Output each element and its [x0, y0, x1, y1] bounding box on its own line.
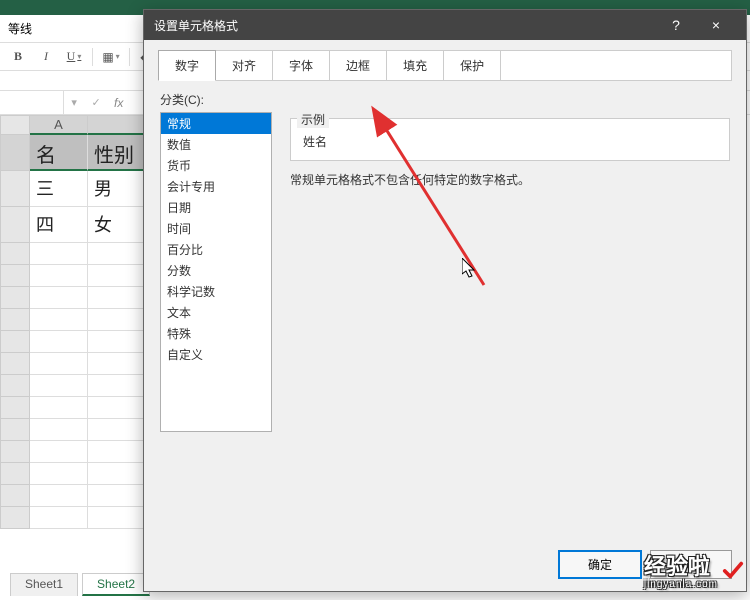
- tab-font[interactable]: 字体: [273, 51, 330, 80]
- row-header[interactable]: [0, 441, 30, 463]
- sheet-tab-1[interactable]: Sheet1: [10, 573, 78, 596]
- cell[interactable]: [30, 419, 88, 441]
- row-header[interactable]: [0, 485, 30, 507]
- cell[interactable]: [30, 287, 88, 309]
- cell-A1[interactable]: 名: [30, 135, 88, 171]
- example-label: 示例: [297, 111, 329, 128]
- cell[interactable]: [30, 309, 88, 331]
- example-group: 示例 姓名: [290, 118, 730, 161]
- format-description: 常规单元格格式不包含任何特定的数字格式。: [290, 171, 730, 188]
- col-header-A[interactable]: A: [30, 115, 88, 135]
- tab-protect[interactable]: 保护: [444, 51, 501, 80]
- format-detail-pane: 示例 姓名 常规单元格格式不包含任何特定的数字格式。: [290, 112, 730, 432]
- category-scientific[interactable]: 科学记数: [161, 281, 271, 302]
- chevron-down-icon: ▾: [116, 52, 120, 61]
- format-cells-dialog: 设置单元格格式 ? × 数字 对齐 字体 边框 填充 保护 分类(C): 常规 …: [143, 9, 747, 592]
- formula-bar-icons: ▾ ✓: [64, 96, 108, 109]
- fx-label[interactable]: fx: [114, 96, 123, 110]
- ok-button[interactable]: 确定: [558, 550, 642, 579]
- font-name-label: 等线: [8, 20, 32, 37]
- category-percentage[interactable]: 百分比: [161, 239, 271, 260]
- category-fraction[interactable]: 分数: [161, 260, 271, 281]
- italic-button[interactable]: I: [36, 47, 56, 67]
- category-special[interactable]: 特殊: [161, 323, 271, 344]
- cell-A2[interactable]: 三: [30, 171, 88, 207]
- category-general[interactable]: 常规: [161, 113, 271, 134]
- category-date[interactable]: 日期: [161, 197, 271, 218]
- check-icon[interactable]: ✓: [91, 96, 100, 109]
- row-header[interactable]: [0, 507, 30, 529]
- row-header[interactable]: [0, 265, 30, 287]
- watermark-text: 经验啦: [644, 554, 710, 579]
- bold-button[interactable]: B: [8, 47, 28, 67]
- example-value: 姓名: [301, 127, 719, 152]
- separator: [92, 48, 93, 66]
- row-header[interactable]: [0, 375, 30, 397]
- cell[interactable]: [30, 441, 88, 463]
- category-time[interactable]: 时间: [161, 218, 271, 239]
- tab-border[interactable]: 边框: [330, 51, 387, 80]
- watermark: 经验啦 jingyanla.com: [644, 549, 744, 590]
- separator: [129, 48, 130, 66]
- cell[interactable]: [30, 243, 88, 265]
- category-custom[interactable]: 自定义: [161, 344, 271, 365]
- row-header[interactable]: [0, 309, 30, 331]
- cell[interactable]: [30, 375, 88, 397]
- row-header[interactable]: [0, 243, 30, 265]
- watermark-subtext: jingyanla.com: [644, 579, 718, 590]
- row-header-2[interactable]: [0, 171, 30, 207]
- cell[interactable]: [30, 397, 88, 419]
- tab-align[interactable]: 对齐: [216, 51, 273, 80]
- sheet-tab-2[interactable]: Sheet2: [82, 573, 150, 596]
- cell[interactable]: [30, 463, 88, 485]
- category-accounting[interactable]: 会计专用: [161, 176, 271, 197]
- row-header[interactable]: [0, 463, 30, 485]
- dialog-body: 数字 对齐 字体 边框 填充 保护 分类(C): 常规 数值 货币 会计专用 日…: [144, 40, 746, 591]
- dialog-content: 分类(C): 常规 数值 货币 会计专用 日期 时间 百分比 分数 科学记数 文…: [158, 81, 732, 432]
- select-all-corner[interactable]: [0, 115, 30, 135]
- category-number[interactable]: 数值: [161, 134, 271, 155]
- close-button[interactable]: ×: [696, 17, 736, 33]
- dialog-tabs: 数字 对齐 字体 边框 填充 保护: [158, 50, 732, 81]
- category-text[interactable]: 文本: [161, 302, 271, 323]
- chevron-down-icon[interactable]: ▾: [71, 96, 77, 109]
- row-header[interactable]: [0, 419, 30, 441]
- row-header-1[interactable]: [0, 135, 30, 171]
- tab-number[interactable]: 数字: [158, 50, 216, 81]
- row-header[interactable]: [0, 397, 30, 419]
- cell[interactable]: [30, 353, 88, 375]
- cell[interactable]: [30, 265, 88, 287]
- chevron-down-icon: ▾: [77, 52, 81, 61]
- cell[interactable]: [30, 331, 88, 353]
- dialog-title: 设置单元格格式: [154, 17, 656, 34]
- row-header[interactable]: [0, 287, 30, 309]
- border-button[interactable]: ▦▾: [101, 47, 121, 67]
- cell[interactable]: [30, 485, 88, 507]
- category-listbox[interactable]: 常规 数值 货币 会计专用 日期 时间 百分比 分数 科学记数 文本 特殊 自定…: [160, 112, 272, 432]
- name-box[interactable]: [0, 91, 64, 114]
- row-header-3[interactable]: [0, 207, 30, 243]
- sheet-tabs: Sheet1 Sheet2: [10, 573, 150, 596]
- row-header[interactable]: [0, 353, 30, 375]
- dialog-titlebar[interactable]: 设置单元格格式 ? ×: [144, 10, 746, 40]
- cell[interactable]: [30, 507, 88, 529]
- check-icon: [722, 559, 744, 581]
- row-header[interactable]: [0, 331, 30, 353]
- help-button[interactable]: ?: [656, 17, 696, 33]
- cell-A3[interactable]: 四: [30, 207, 88, 243]
- category-currency[interactable]: 货币: [161, 155, 271, 176]
- underline-button[interactable]: U▾: [64, 47, 84, 67]
- category-label: 分类(C):: [160, 91, 730, 108]
- tab-fill[interactable]: 填充: [387, 51, 444, 80]
